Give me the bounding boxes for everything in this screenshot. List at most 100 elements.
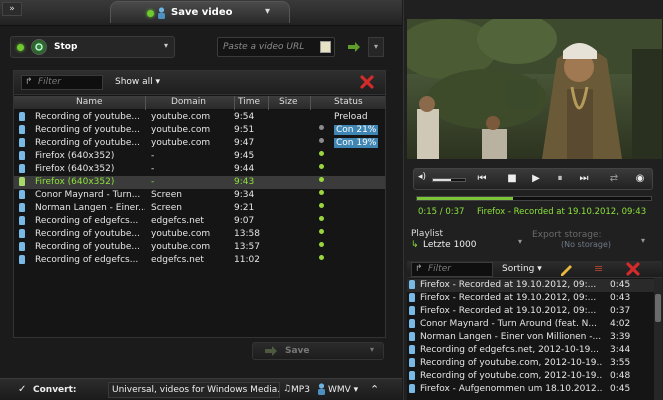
volume-slider[interactable] [432,178,466,182]
paste-icon[interactable] [320,41,331,53]
column-header-status[interactable]: Status [334,97,363,107]
row-name: Recording of edgefcs... [35,216,139,226]
remove-items-close-icon[interactable] [626,262,640,276]
row-domain: youtube.com [151,112,211,122]
person-icon [409,332,415,341]
capture-dropdown-icon[interactable]: ▾ [164,41,168,50]
list-item[interactable]: Norman Langen - Einer von Millionen -...… [407,331,654,344]
row-time: 13:58 [234,229,260,239]
list-toolbar: ↱ Filter Show all ▾ [14,71,385,95]
playlist-label: Playlist [411,229,443,239]
column-header-size[interactable]: Size [279,97,297,107]
seek-fill [417,197,513,200]
stop-button-label[interactable]: Stop [54,42,77,52]
go-arrow-icon[interactable] [345,38,363,56]
shuffle-icon[interactable]: ⇄ [606,172,622,186]
download-rows: Recording of youtube... youtube.com 9:54… [14,111,385,271]
table-row[interactable]: Recording of youtube... youtube.com 9:51… [14,124,385,137]
table-row[interactable]: Recording of youtube... youtube.com 9:47… [14,137,385,150]
list-item[interactable]: Firefox - Aufgenommen um 18.10.2012... 0… [407,383,654,396]
list-item[interactable]: Recording of youtube.com, 2012-10-19... … [407,357,654,370]
person-icon [409,358,415,367]
volume-icon[interactable]: ◂) [418,172,426,182]
seek-bar[interactable] [416,196,652,201]
clear-list-close-icon[interactable] [360,75,374,89]
table-row[interactable]: Recording of youtube... youtube.com 13:5… [14,228,385,241]
table-row[interactable]: Recording of youtube... youtube.com 9:54… [14,111,385,124]
table-row[interactable]: Recording of edgefcs... edgefcs.net 11:0… [14,254,385,267]
url-dropdown-icon[interactable]: ▾ [368,37,384,57]
save-button[interactable]: Save ▾ [252,342,384,360]
row-time: 9:54 [234,112,255,122]
export-storage-select[interactable]: (No storage) [561,240,611,249]
status-dot-icon [319,190,324,195]
playlist-item-title: Recording of edgefcs.net, 2012-10-19... [420,345,599,355]
eye-icon[interactable]: ◉ [632,172,648,186]
row-time: 9:43 [234,177,255,187]
playlist-dropdown-icon[interactable]: ▾ [518,237,522,246]
video-preview[interactable] [407,19,662,159]
table-row-selected[interactable]: Firefox (640x352) - 9:43 [14,176,385,189]
list-item[interactable]: Recording of edgefcs.net, 2012-10-19... … [407,344,654,357]
list-lines-icon[interactable]: ≡ [594,262,603,275]
list-filter-input[interactable]: ↱ Filter [21,75,103,90]
video-url-input[interactable]: Paste a video URL [217,37,335,57]
list-item[interactable]: Firefox - Recorded at 19.10.2012, 09:...… [407,279,654,292]
column-header-domain[interactable]: Domain [171,97,206,107]
table-row[interactable]: Firefox (640x352) - 9:44 [14,163,385,176]
table-row[interactable]: Norman Langen - Einer... Screen 9:21 [14,202,385,215]
tab-save-video[interactable]: Save video ▾ [110,1,290,23]
playlist-scrollbar-thumb[interactable] [655,294,661,322]
video-format-select[interactable]: WMV ▾ [328,385,358,395]
convert-checkbox[interactable]: ✓ [18,384,26,395]
column-header-name[interactable]: Name [76,97,103,107]
playlist-item-duration: 0:48 [610,371,631,381]
row-domain: - [151,151,155,161]
row-name: Conor Maynard - Turn... [35,190,141,200]
playlist-select[interactable]: Letzte 1000 [423,240,476,250]
convert-label: Convert: [33,385,77,395]
row-time: 9:45 [234,151,255,161]
playlist-item-duration: 3:55 [610,358,631,368]
list-item[interactable]: Firefox - Recorded at 19.10.2012, 09:...… [407,292,654,305]
row-domain: - [151,177,155,187]
stop-icon[interactable] [31,39,47,55]
person-icon [19,216,25,225]
show-all-dropdown[interactable]: Show all ▾ [115,77,160,87]
expand-convert-icon[interactable]: ⌃ [370,383,379,396]
audio-format-label[interactable]: MP3 [291,385,310,395]
table-row[interactable]: Recording of youtube... youtube.com 13:5… [14,241,385,254]
status-dot-icon [319,203,324,208]
play-icon[interactable]: ▶ [528,172,544,186]
skip-forward-icon[interactable]: ⏭ [576,172,592,186]
skip-back-icon[interactable]: ⏮ [474,172,490,186]
playback-position: 0:15 / 0:37 [418,207,465,217]
playlist-filter-input[interactable]: ↱ Filter [411,262,493,277]
convert-profile-select[interactable]: Universal, videos for Windows Media... [108,382,280,398]
pencil-edit-icon[interactable] [559,262,575,279]
capture-control[interactable]: Stop ▾ [10,36,175,58]
table-row[interactable]: Firefox (640x352) - 9:45 [14,150,385,163]
capture-status-dot-icon [17,44,24,51]
list-item[interactable]: Recording of youtube.com, 2012-10-19... … [407,370,654,383]
person-icon [19,164,25,173]
table-row[interactable]: Recording of edgefcs... edgefcs.net 9:07 [14,215,385,228]
list-item[interactable]: Firefox - Recorded at 19.10.2012, 09:...… [407,305,654,318]
save-arrow-icon [263,345,279,360]
table-row[interactable]: Conor Maynard - Turn... Screen 9:34 [14,189,385,202]
pause-icon[interactable]: ⏸ [552,172,568,186]
tab-menu-chevron-icon[interactable]: ▾ [265,6,270,17]
save-button-label: Save [285,346,310,356]
row-time: 9:07 [234,216,255,226]
collapse-panel-button[interactable]: » [2,2,22,16]
sorting-dropdown[interactable]: Sorting ▾ [502,264,542,274]
save-dropdown-icon[interactable]: ▾ [370,345,374,354]
column-header-time[interactable]: Time [238,97,260,107]
export-dropdown-icon[interactable]: ▾ [641,236,645,245]
list-item[interactable]: Conor Maynard - Turn Around (feat. N... … [407,318,654,331]
stop-playback-icon[interactable]: ■ [504,172,520,186]
person-icon [19,112,25,121]
playlist-filter-placeholder: Filter [428,264,451,274]
active-dot-icon [147,10,154,17]
person-icon [19,138,25,147]
